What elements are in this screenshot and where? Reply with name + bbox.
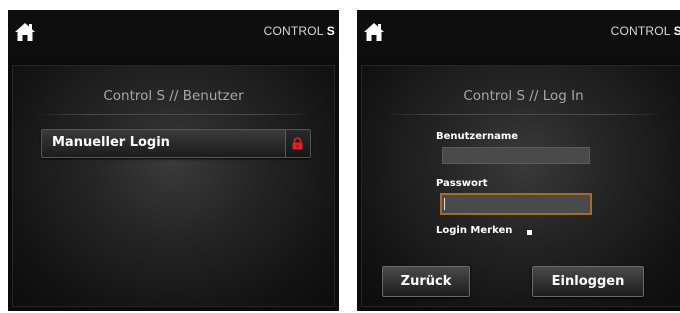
manual-login-label: Manueller Login: [52, 135, 170, 150]
login-panel: Control S // Log In Benutzername Passwor…: [361, 65, 680, 307]
text-caret: [444, 198, 445, 210]
title-divider: [384, 114, 663, 115]
brand-suffix: S: [326, 24, 335, 38]
brand-text: CONTROL: [263, 24, 327, 38]
lock-icon: [292, 137, 303, 150]
username-label: Benutzername: [436, 131, 519, 142]
password-label: Passwort: [436, 178, 488, 189]
user-select-screen: CONTROL S Control S // Benutzer Manuelle…: [8, 10, 339, 311]
top-bar: CONTROL S: [8, 10, 339, 57]
remember-login-label: Login Merken: [436, 225, 513, 236]
user-panel: Control S // Benutzer Manueller Login: [12, 65, 335, 307]
password-field[interactable]: [440, 193, 592, 215]
manual-login-button[interactable]: Manueller Login: [41, 129, 311, 158]
home-icon[interactable]: [363, 22, 385, 42]
back-button[interactable]: Zurück: [382, 266, 470, 297]
brand-text: CONTROL: [610, 24, 674, 38]
login-button[interactable]: Einloggen: [532, 266, 644, 297]
brand-suffix: S: [673, 24, 680, 38]
panel-title: Control S // Benutzer: [103, 88, 244, 104]
lock-icon-box: [285, 130, 310, 157]
username-field[interactable]: [442, 147, 590, 164]
home-icon[interactable]: [14, 22, 36, 42]
brand-logo: CONTROL S: [264, 24, 335, 38]
panel-title: Control S // Log In: [463, 88, 584, 104]
title-divider: [35, 114, 312, 115]
brand-logo: CONTROL S: [611, 24, 680, 38]
remember-login-checkbox[interactable]: [527, 230, 532, 235]
top-bar: CONTROL S: [357, 10, 680, 57]
login-screen: CONTROL S Control S // Log In Benutzerna…: [357, 10, 680, 311]
